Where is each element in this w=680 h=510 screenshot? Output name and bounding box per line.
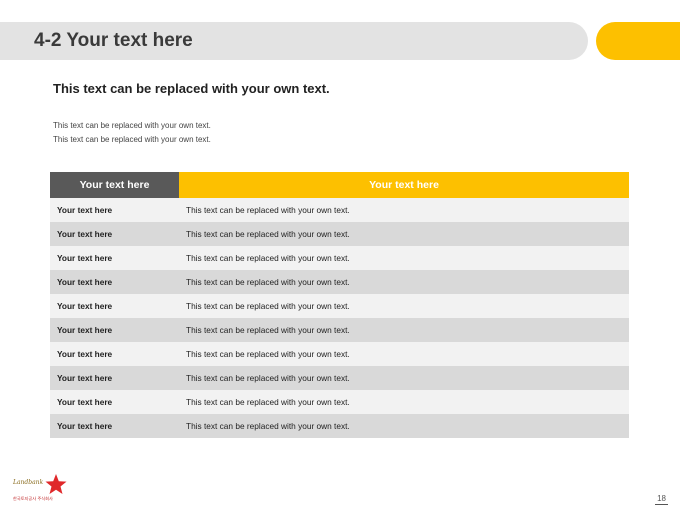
table-row: Your text here This text can be replaced…: [50, 414, 629, 438]
table-row: Your text here This text can be replaced…: [50, 390, 629, 414]
table-cell-text: This text can be replaced with your own …: [179, 222, 629, 246]
table-cell-label: Your text here: [50, 366, 179, 390]
table-header-row: Your text here Your text here: [50, 172, 629, 198]
table-cell-label: Your text here: [50, 198, 179, 222]
table-cell-text: This text can be replaced with your own …: [179, 390, 629, 414]
table-header-cell: Your text here: [179, 172, 629, 198]
table-cell-text: This text can be replaced with your own …: [179, 246, 629, 270]
body-line: This text can be replaced with your own …: [53, 135, 211, 144]
table-row: Your text here This text can be replaced…: [50, 294, 629, 318]
table-cell-label: Your text here: [50, 318, 179, 342]
table-row: Your text here This text can be replaced…: [50, 270, 629, 294]
table-row: Your text here This text can be replaced…: [50, 198, 629, 222]
table-cell-label: Your text here: [50, 342, 179, 366]
page-number: 18: [655, 494, 668, 505]
table-row: Your text here This text can be replaced…: [50, 318, 629, 342]
table-cell-text: This text can be replaced with your own …: [179, 198, 629, 222]
table-cell-label: Your text here: [50, 246, 179, 270]
table-cell-label: Your text here: [50, 222, 179, 246]
slide-title: 4-2 Your text here: [34, 30, 193, 51]
table-cell-text: This text can be replaced with your own …: [179, 366, 629, 390]
svg-text:Landbank: Landbank: [12, 479, 44, 486]
table-cell-label: Your text here: [50, 270, 179, 294]
star-icon: [45, 474, 67, 494]
title-bar: 4-2 Your text here: [0, 22, 588, 60]
table-header-cell: Your text here: [50, 172, 179, 198]
table-row: Your text here This text can be replaced…: [50, 246, 629, 270]
table-row: Your text here This text can be replaced…: [50, 342, 629, 366]
body-line: This text can be replaced with your own …: [53, 121, 211, 130]
accent-tab: [596, 22, 680, 60]
table-cell-label: Your text here: [50, 390, 179, 414]
body-text: This text can be replaced with your own …: [53, 119, 211, 147]
table-row: Your text here This text can be replaced…: [50, 366, 629, 390]
content-table: Your text here Your text here Your text …: [50, 172, 629, 438]
table-cell-label: Your text here: [50, 414, 179, 438]
table-cell-text: This text can be replaced with your own …: [179, 342, 629, 366]
table-cell-text: This text can be replaced with your own …: [179, 414, 629, 438]
company-logo: Landbank 한국토지공사 주식회사: [12, 474, 67, 502]
table-cell-text: This text can be replaced with your own …: [179, 270, 629, 294]
table-cell-text: This text can be replaced with your own …: [179, 318, 629, 342]
svg-text:한국토지공사 주식회사: 한국토지공사 주식회사: [13, 495, 53, 502]
slide-subtitle: This text can be replaced with your own …: [53, 81, 330, 96]
table-cell-label: Your text here: [50, 294, 179, 318]
table-cell-text: This text can be replaced with your own …: [179, 294, 629, 318]
table-row: Your text here This text can be replaced…: [50, 222, 629, 246]
